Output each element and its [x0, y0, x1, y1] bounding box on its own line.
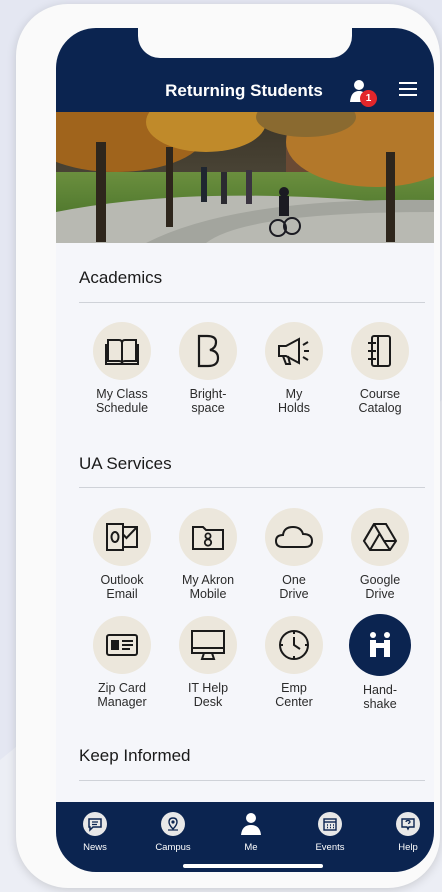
bottom-tab-bar: News Campus Me Events Help: [56, 802, 434, 872]
brightspace-icon: [197, 334, 220, 368]
tile-one-drive[interactable]: One Drive: [251, 508, 337, 601]
clock-icon: [279, 630, 309, 660]
tile-icon-circle: [265, 616, 323, 674]
section-divider: [79, 780, 425, 781]
cloud-icon: [274, 525, 314, 548]
tile-label: My Class Schedule: [95, 387, 149, 415]
monitor-icon: [191, 630, 225, 660]
tile-zip-card-manager[interactable]: Zip Card Manager: [79, 616, 165, 709]
tile-label: My Holds: [278, 387, 310, 415]
section-title-ua-services: UA Services: [79, 454, 172, 473]
tile-emp-center[interactable]: Emp Center: [251, 616, 337, 709]
tile-icon-circle: [349, 614, 411, 676]
tile-icon-circle: [265, 508, 323, 566]
notebook-icon: [368, 335, 391, 367]
campus-hero-image: [56, 112, 434, 243]
tile-icon-circle: [93, 616, 151, 674]
google-drive-icon: [362, 523, 398, 551]
tile-icon-circle: [179, 508, 237, 566]
tile-handshake[interactable]: Hand- shake: [337, 614, 423, 711]
tile-label: Zip Card Manager: [97, 681, 147, 709]
hamburger-menu-icon[interactable]: [399, 81, 417, 97]
person-icon: [239, 812, 263, 836]
chat-icon: [83, 812, 107, 836]
tab-events[interactable]: Events: [300, 812, 360, 853]
tile-it-help-desk[interactable]: IT Help Desk: [165, 616, 251, 709]
tile-icon-circle: [179, 616, 237, 674]
megaphone-icon: [278, 337, 309, 365]
tile-label: IT Help Desk: [187, 681, 229, 709]
home-indicator[interactable]: [183, 864, 323, 868]
tile-my-holds[interactable]: My Holds: [251, 322, 337, 415]
section-divider: [79, 302, 425, 303]
outlook-icon: [106, 523, 138, 551]
tab-label: Events: [315, 842, 345, 853]
tab-news[interactable]: News: [65, 812, 125, 853]
tab-label: News: [83, 842, 107, 853]
phone-frame: Returning Students 1 Academics My Class …: [16, 4, 440, 888]
section-title-keep-informed: Keep Informed: [79, 746, 191, 765]
id-card-icon: [106, 634, 138, 656]
tab-help[interactable]: Help: [378, 812, 434, 853]
section-title-academics: Academics: [79, 268, 163, 287]
tab-campus[interactable]: Campus: [143, 812, 203, 853]
handshake-icon: [370, 632, 390, 657]
tile-label: Course Catalog: [358, 387, 402, 415]
app-screen: Returning Students 1 Academics My Class …: [56, 28, 434, 872]
tab-label: Help: [398, 842, 418, 853]
tile-icon-circle: [93, 508, 151, 566]
section-divider: [79, 487, 425, 488]
tile-label: Emp Center: [275, 681, 313, 709]
tile-icon-circle: [351, 508, 409, 566]
tile-course-catalog[interactable]: Course Catalog: [337, 322, 423, 415]
tile-brightspace[interactable]: Bright- space: [165, 322, 251, 415]
book-icon: [105, 339, 139, 365]
tile-outlook-email[interactable]: Outlook Email: [79, 508, 165, 601]
notification-badge: 1: [360, 90, 377, 107]
device-notch: [138, 28, 352, 58]
tab-me[interactable]: Me: [221, 812, 281, 853]
tile-label: Bright- space: [189, 387, 227, 415]
tile-google-drive[interactable]: Google Drive: [337, 508, 423, 601]
tile-icon-circle: [265, 322, 323, 380]
campus-pin-icon: [161, 812, 185, 836]
help-chat-icon: [396, 812, 420, 836]
tile-label: My Akron Mobile: [181, 573, 235, 601]
tab-label: Campus: [155, 842, 191, 853]
calendar-icon: [318, 812, 342, 836]
tile-icon-circle: [351, 322, 409, 380]
tile-my-akron-mobile[interactable]: My Akron Mobile: [165, 508, 251, 601]
tile-label: Outlook Email: [100, 573, 144, 601]
tile-label: Google Drive: [359, 573, 401, 601]
folder-icon: [192, 526, 224, 550]
app-header: Returning Students 1: [56, 28, 434, 112]
tile-label: One Drive: [279, 573, 309, 601]
tab-label: Me: [244, 842, 258, 853]
tile-icon-circle: [179, 322, 237, 380]
tile-icon-circle: [93, 322, 151, 380]
tile-label: Hand- shake: [362, 683, 398, 711]
page-title: Returning Students: [165, 81, 323, 100]
tile-my-class-schedule[interactable]: My Class Schedule: [79, 322, 165, 415]
